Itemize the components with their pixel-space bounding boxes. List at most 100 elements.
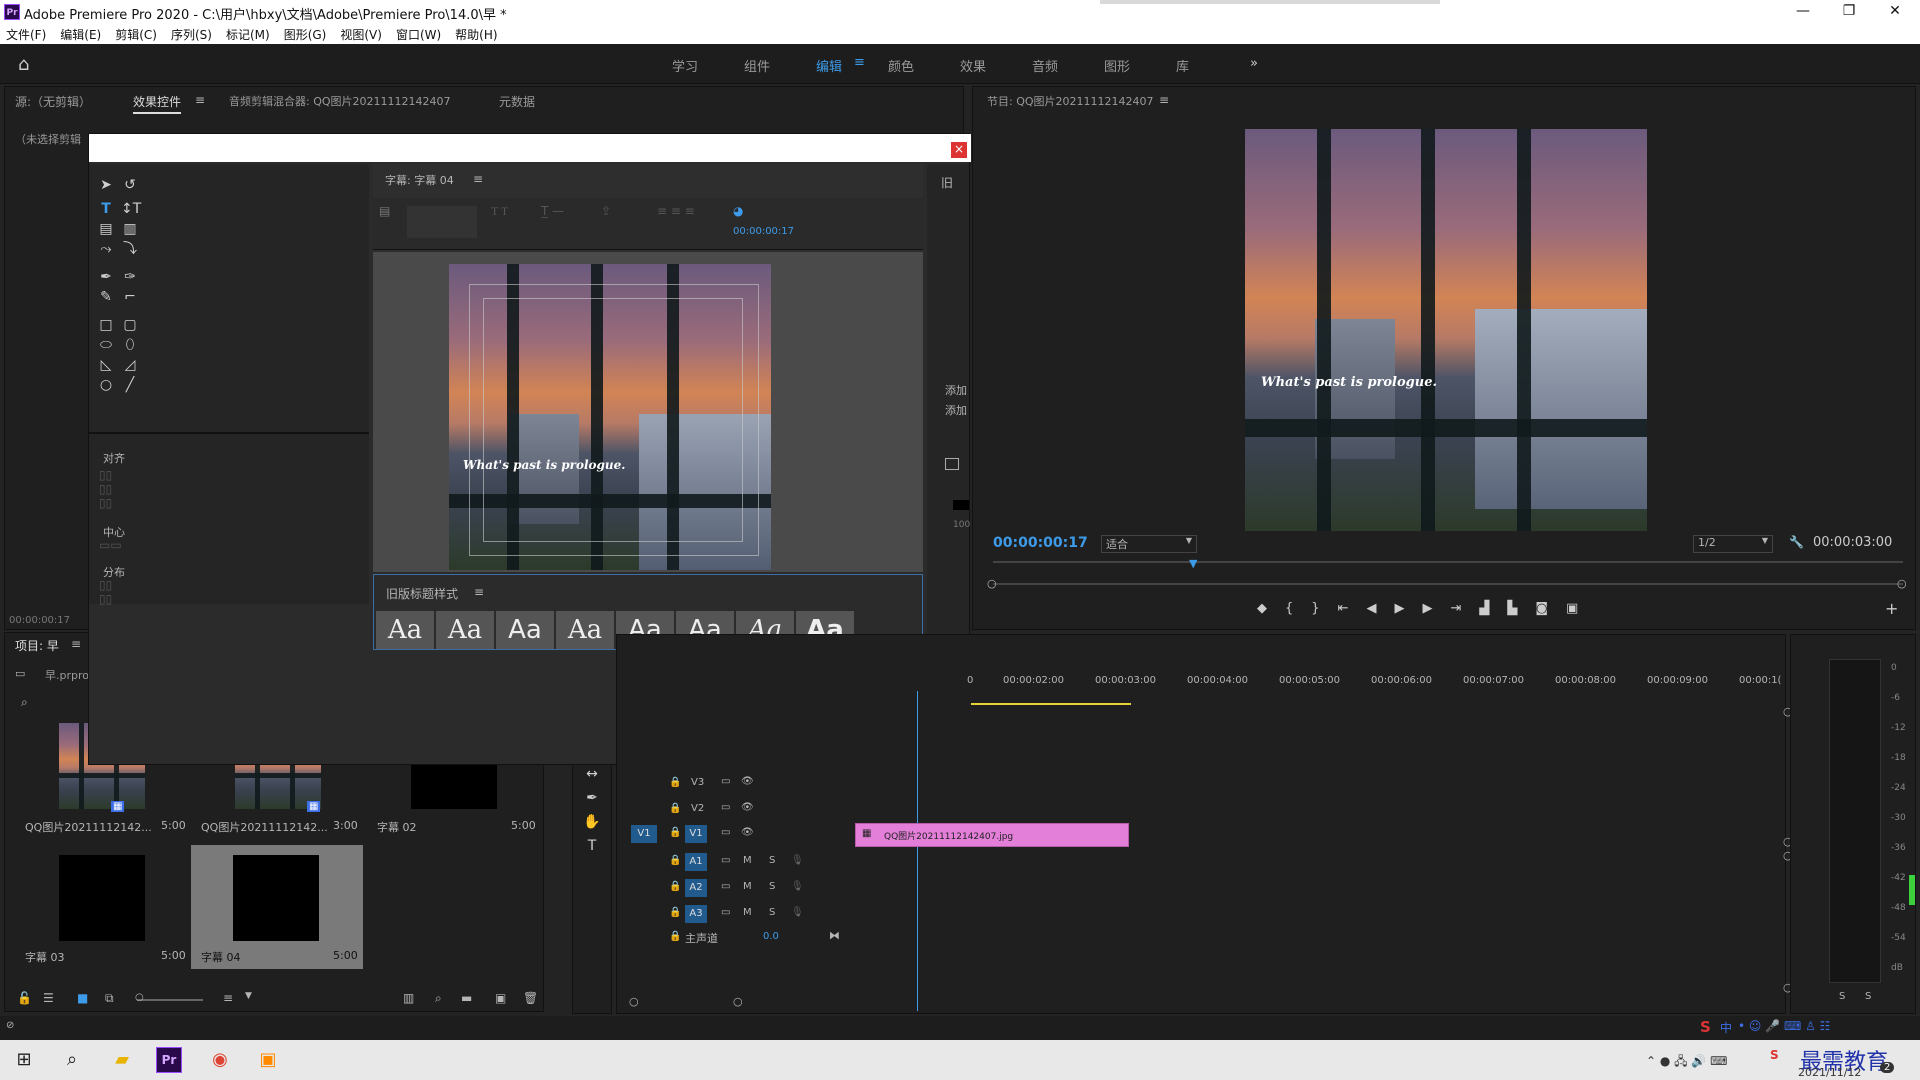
monitor-scrollbar[interactable] (993, 583, 1903, 585)
pen-tool-icon[interactable]: ✒ (583, 789, 601, 807)
file-explorer-icon[interactable]: ▰ (108, 1046, 136, 1074)
fill-color-swatch[interactable] (953, 500, 969, 510)
lock-icon[interactable]: 🔒 (669, 855, 681, 866)
eye-icon[interactable]: 👁 (741, 827, 754, 838)
mute-button[interactable]: M (743, 881, 752, 892)
close-dialog-button[interactable]: × (951, 142, 967, 158)
zoom-slider-handle[interactable]: ○ (135, 992, 144, 1003)
workspace-learn[interactable]: 学习 (672, 56, 698, 75)
menu-file[interactable]: 文件(F) (6, 26, 46, 43)
tab-metadata[interactable]: 元数据 (499, 93, 535, 110)
mark-in-icon[interactable]: { (1285, 601, 1311, 616)
workspace-libraries[interactable]: 库 (1176, 56, 1189, 75)
premiere-taskbar-icon[interactable]: Pr (156, 1047, 182, 1073)
style-swatch[interactable]: Aa (436, 611, 494, 649)
selection-tool-icon[interactable]: ➤ (97, 176, 115, 194)
add-anchor-tool-icon[interactable]: ✎ (97, 288, 115, 306)
eye-icon[interactable]: 👁 (741, 802, 754, 813)
zoom-slider[interactable] (137, 999, 203, 1001)
close-window-button[interactable]: ✕ (1872, 0, 1918, 24)
lock-icon[interactable]: 🔒 (669, 777, 681, 788)
track-name[interactable]: V1 (685, 825, 707, 843)
track-name[interactable]: A1 (685, 853, 707, 871)
monitor-ruler[interactable] (993, 561, 1903, 563)
title-menu-icon[interactable]: ≡ (473, 172, 483, 186)
vertical-path-type-tool-icon[interactable]: ⤵ (121, 240, 139, 258)
app-icon[interactable]: ▣ (254, 1046, 282, 1074)
sync-lock-icon[interactable]: ▭ (721, 907, 730, 918)
fill-checkbox[interactable] (945, 458, 959, 470)
go-to-in-icon[interactable]: ⇤ (1338, 601, 1367, 616)
lock-icon[interactable]: 🔒 (669, 827, 681, 838)
solo-button[interactable]: S (769, 855, 775, 866)
lock-icon[interactable]: 🔒 (669, 907, 681, 918)
sync-lock-icon[interactable]: ▭ (721, 827, 730, 838)
ime-toolbar-icons[interactable]: • ☺ 🎤 ⌨ ♙ ☷ (1738, 1019, 1830, 1033)
timeline-scrollbar[interactable] (617, 1005, 1787, 1007)
menu-view[interactable]: 视图(V) (340, 26, 382, 43)
scroll-handle-right[interactable]: ○ (733, 995, 743, 1008)
pen-tool-icon[interactable]: ✒ (97, 268, 115, 286)
project-item[interactable]: 字幕 03 5:00 (15, 849, 187, 969)
tab-audio-clip-mixer[interactable]: 音频剪辑混合器: QQ图片20211112142407 (229, 93, 451, 109)
font-size-icon[interactable]: T̲ — (541, 204, 564, 218)
play-icon[interactable]: ▶ (1394, 601, 1422, 616)
menu-clip[interactable]: 剪辑(C) (115, 26, 157, 43)
tray-icons[interactable]: ⌃ ● 🖧 🔊 ⌨ (1646, 1052, 1727, 1073)
menu-markers[interactable]: 标记(M) (226, 26, 270, 43)
timeline-clip[interactable]: ▦ QQ图片20211112142407.jpg (855, 823, 1129, 847)
solo-button[interactable]: S (769, 907, 775, 918)
vertical-area-type-tool-icon[interactable]: ▥ (121, 220, 139, 238)
wedge-tool-icon[interactable]: ◺ (97, 356, 115, 374)
mark-out-icon[interactable]: } (1311, 601, 1337, 616)
lock-icon[interactable]: 🔓 (17, 991, 32, 1005)
delete-anchor-tool-icon[interactable]: ✑ (121, 268, 139, 286)
eye-icon[interactable]: 👁 (741, 776, 754, 787)
rounded-rect-tool-icon[interactable]: ▢ (121, 316, 139, 334)
more-workspaces-icon[interactable]: » (1250, 56, 1258, 71)
kerning-icon[interactable]: ⇪ (601, 204, 611, 218)
step-forward-icon[interactable]: ▶ (1422, 601, 1450, 616)
menu-edit[interactable]: 编辑(E) (60, 26, 101, 43)
solo-left-button[interactable]: S (1839, 991, 1845, 1002)
canvas-title-text[interactable]: What's past is prologue. (463, 458, 625, 472)
search-icon[interactable]: ⌕ (21, 695, 28, 710)
scroll-handle-right[interactable]: ○ (1897, 577, 1907, 590)
export-frame-icon[interactable]: ◙ (1535, 601, 1566, 616)
find-icon[interactable]: ⌕ (435, 991, 442, 1006)
ime-logo-icon[interactable]: S (1700, 1018, 1711, 1036)
styles-menu-icon[interactable]: ≡ (474, 585, 484, 599)
title-canvas[interactable]: What's past is prologue. (373, 252, 923, 572)
timeline-ruler[interactable]: 0 00:00:02:00 00:00:03:00 00:00:04:00 00… (967, 671, 1781, 689)
windows-start-icon[interactable]: ⊞ (10, 1046, 38, 1074)
add-marker-icon[interactable]: ◆ (1257, 601, 1285, 616)
slip-tool-icon[interactable]: ↔ (583, 765, 601, 783)
clipped-rect-tool-icon[interactable]: ⬭ (97, 336, 115, 354)
sync-lock-icon[interactable]: ▭ (721, 855, 730, 866)
workspace-color[interactable]: 颜色 (888, 56, 914, 75)
sync-lock-icon[interactable]: ▭ (721, 881, 730, 892)
solo-button[interactable]: S (769, 881, 775, 892)
sync-lock-icon[interactable]: ▭ (721, 776, 730, 787)
menu-sequence[interactable]: 序列(S) (171, 26, 212, 43)
workspace-menu-icon[interactable]: ≡ (854, 55, 865, 70)
add-button-icon[interactable]: + (1885, 599, 1898, 618)
workspace-assembly[interactable]: 组件 (744, 56, 770, 75)
sync-lock-icon[interactable]: ▭ (721, 802, 730, 813)
lock-icon[interactable]: 🔒 (669, 931, 681, 942)
ime-mode[interactable]: 中 (1720, 1019, 1732, 1036)
workspace-graphics[interactable]: 图形 (1104, 56, 1130, 75)
lock-icon[interactable]: 🔒 (669, 803, 681, 814)
chevron-down-icon[interactable]: ▼ (245, 991, 252, 1001)
menu-help[interactable]: 帮助(H) (455, 26, 497, 43)
source-patch-v1[interactable]: V1 (631, 825, 657, 843)
trash-icon[interactable]: 🗑 (523, 991, 538, 1005)
icon-view-icon[interactable]: ■ (77, 991, 88, 1005)
style-swatch[interactable]: Aa (376, 611, 434, 649)
new-title-icon[interactable]: ▤ (379, 204, 390, 218)
tab-source[interactable]: 源:（无剪辑） (15, 93, 91, 110)
playhead-marker[interactable]: ▼ (1189, 557, 1197, 570)
mic-icon[interactable]: 🎙 (791, 881, 804, 892)
add-stroke-link[interactable]: 添加 (945, 402, 967, 418)
scroll-handle-left[interactable]: ○ (987, 577, 997, 590)
